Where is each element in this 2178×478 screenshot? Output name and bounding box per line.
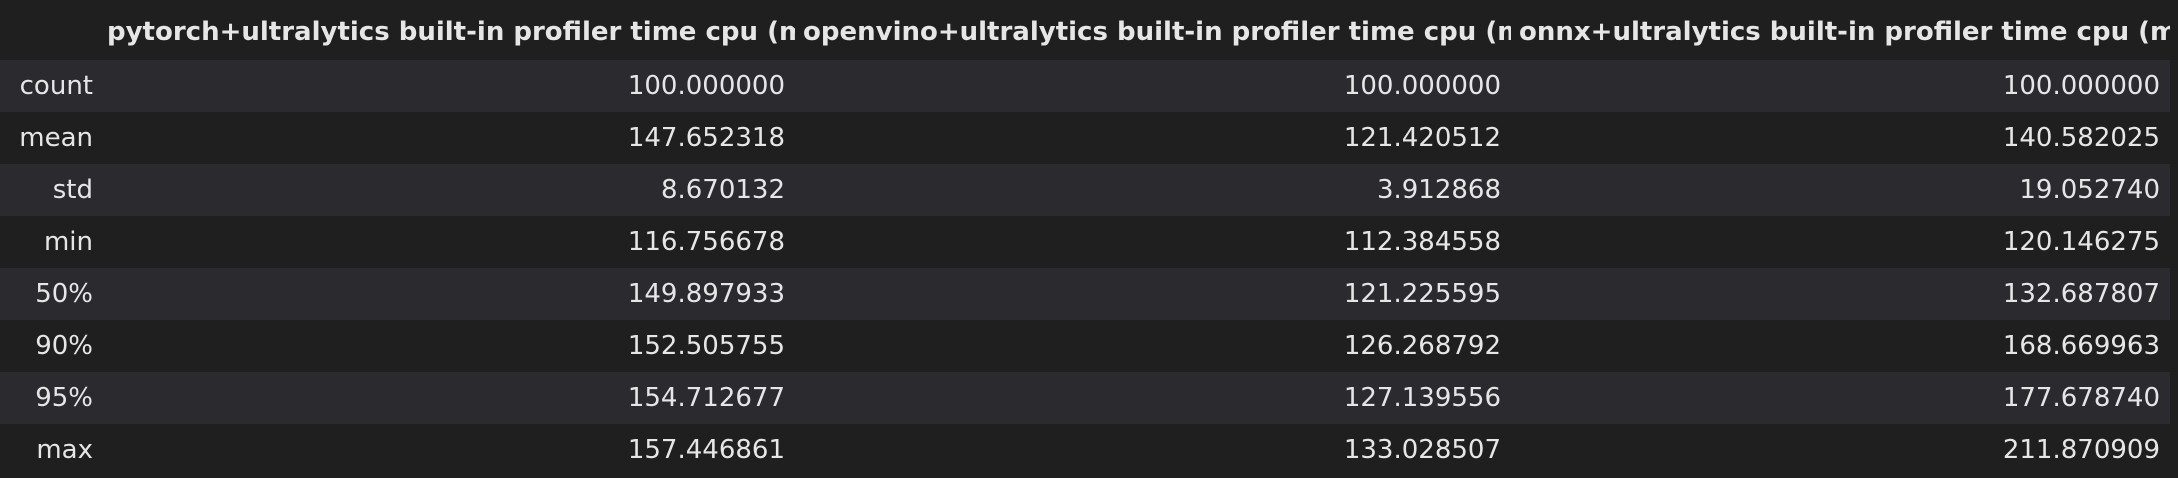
row-label: max [36,435,93,465]
table-row: std 8.670132 3.912868 19.052740 [0,164,2170,216]
table-cell: 116.756678 [627,227,785,257]
column-header-pytorch: pytorch+ultralytics built-in profiler ti… [99,4,795,60]
row-label: 90% [35,331,93,361]
table-cell: 121.225595 [1343,279,1501,309]
table-cell: 152.505755 [627,331,785,361]
table-row: max 157.446861 133.028507 211.870909 [0,424,2170,476]
table-cell: 157.446861 [627,435,785,465]
table-cell: 127.139556 [1343,383,1501,413]
table-cell: 133.028507 [1343,435,1501,465]
table-row: min 116.756678 112.384558 120.146275 [0,216,2170,268]
table-cell: 168.669963 [2002,331,2160,361]
table-cell: 19.052740 [2019,175,2160,205]
table-cell: 100.000000 [1343,71,1501,101]
table-cell: 126.268792 [1343,331,1501,361]
row-label: 50% [35,279,93,309]
row-label: std [52,175,93,205]
index-header [0,4,99,60]
table-row: mean 147.652318 121.420512 140.582025 [0,112,2170,164]
dataframe-output: pytorch+ultralytics built-in profiler ti… [0,0,2178,478]
table-cell: 154.712677 [627,383,785,413]
table-cell: 140.582025 [2002,123,2160,153]
table-row: 90% 152.505755 126.268792 168.669963 [0,320,2170,372]
table-cell: 149.897933 [627,279,785,309]
stats-table: pytorch+ultralytics built-in profiler ti… [0,4,2170,476]
row-label: 95% [35,383,93,413]
table-cell: 100.000000 [627,71,785,101]
table-cell: 177.678740 [2002,383,2160,413]
column-header-openvino: openvino+ultralytics built-in profiler t… [795,4,1511,60]
table-row: 95% 154.712677 127.139556 177.678740 [0,372,2170,424]
table-cell: 8.670132 [660,175,785,205]
table-cell: 3.912868 [1376,175,1501,205]
table-cell: 211.870909 [2002,435,2160,465]
table-cell: 132.687807 [2002,279,2160,309]
row-label: min [43,227,93,257]
row-label: count [19,71,93,101]
table-cell: 100.000000 [2002,71,2160,101]
table-cell: 121.420512 [1343,123,1501,153]
header-row: pytorch+ultralytics built-in profiler ti… [0,4,2170,60]
table-cell: 120.146275 [2002,227,2160,257]
row-label: mean [19,123,93,153]
table-row: count 100.000000 100.000000 100.000000 [0,60,2170,112]
table-row: 50% 149.897933 121.225595 132.687807 [0,268,2170,320]
column-header-onnx: onnx+ultralytics built-in profiler time … [1511,4,2170,60]
table-cell: 147.652318 [627,123,785,153]
table-cell: 112.384558 [1343,227,1501,257]
